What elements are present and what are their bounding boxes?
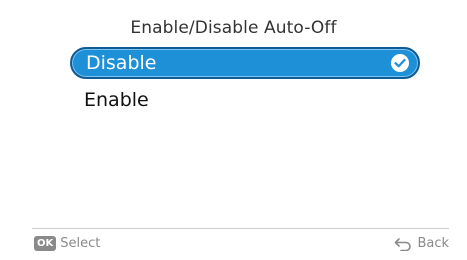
footer-divider — [32, 228, 449, 229]
option-label: Disable — [86, 52, 157, 74]
check-circle-icon — [391, 54, 409, 72]
select-hint-label: Select — [60, 236, 101, 251]
auto-off-screen: Enable/Disable Auto-Off Disable Enable O… — [0, 0, 467, 260]
option-enable[interactable]: Enable — [70, 84, 420, 116]
page-title: Enable/Disable Auto-Off — [130, 18, 337, 38]
back-hint[interactable]: Back — [394, 236, 449, 251]
ok-button-badge: OK — [34, 236, 57, 251]
back-hint-label: Back — [417, 236, 449, 251]
option-label: Enable — [84, 89, 149, 111]
option-list: Disable Enable — [70, 47, 420, 121]
select-hint: OK Select — [34, 236, 100, 251]
back-arrow-icon — [395, 237, 412, 251]
option-disable[interactable]: Disable — [70, 47, 420, 79]
